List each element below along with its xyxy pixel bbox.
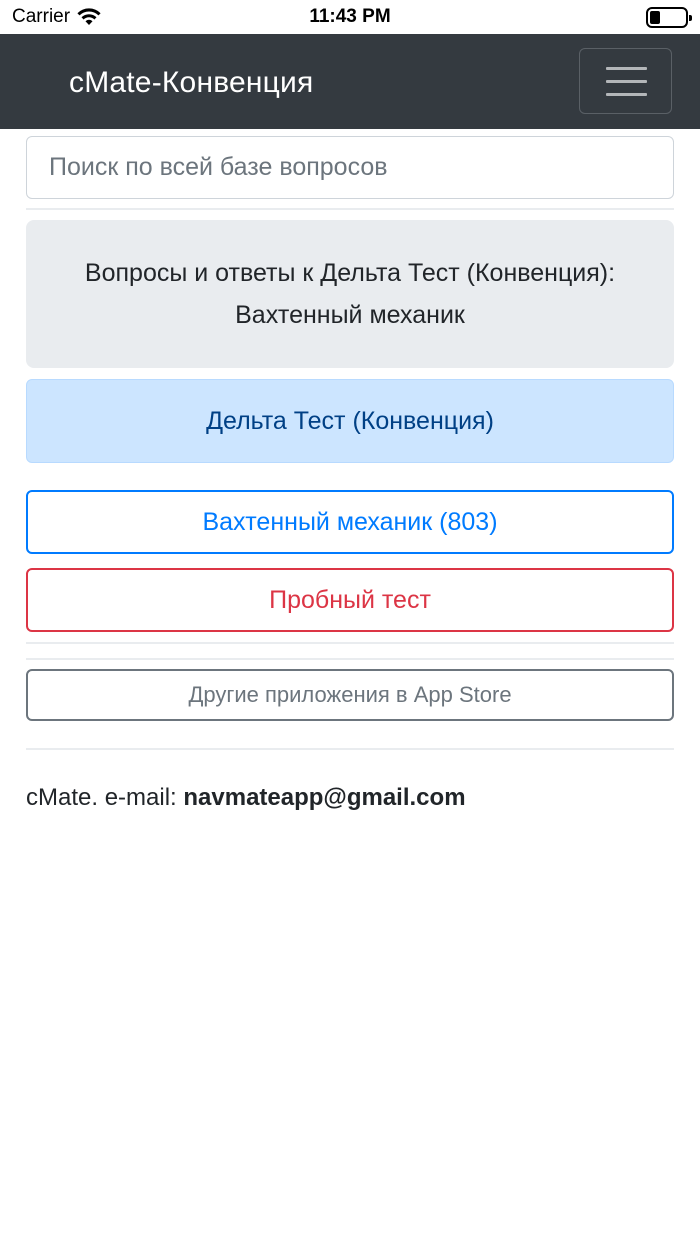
hamburger-menu-icon-line-2	[606, 80, 647, 83]
status-time: 11:43 PM	[309, 6, 391, 27]
section-title: Дельта Тест (Конвенция)	[26, 379, 674, 463]
footer: cMate. e-mail: navmateapp@gmail.com	[26, 784, 466, 812]
divider	[26, 658, 674, 660]
divider	[26, 748, 674, 750]
battery-icon	[646, 7, 692, 28]
footer-prefix: cMate. e-mail:	[26, 784, 184, 811]
category-button[interactable]: Вахтенный механик (803)	[26, 490, 674, 554]
navbar: cMate-Конвенция	[0, 34, 700, 129]
footer-email-link[interactable]: navmateapp@gmail.com	[183, 784, 465, 811]
header-line-2: Вахтенный механик	[235, 301, 465, 329]
divider	[26, 642, 674, 644]
battery-level	[650, 11, 660, 24]
header-line-1: Вопросы и ответы к Дельта Тест (Конвенци…	[84, 259, 616, 287]
search-input[interactable]	[26, 136, 674, 199]
battery-cap	[689, 15, 692, 21]
hamburger-menu-button[interactable]	[579, 48, 672, 114]
divider	[26, 208, 674, 210]
header-box: Вопросы и ответы к Дельта Тест (Конвенци…	[26, 220, 674, 368]
header-text: Вопросы и ответы к Дельта Тест (Конвенци…	[85, 252, 615, 336]
hamburger-menu-icon-line-3	[606, 93, 647, 96]
app-title[interactable]: cMate-Конвенция	[69, 66, 313, 100]
status-bar: Carrier 11:43 PM	[0, 0, 700, 34]
hamburger-menu-icon-line-1	[606, 67, 647, 70]
trial-test-button[interactable]: Пробный тест	[26, 568, 674, 632]
other-apps-button[interactable]: Другие приложения в App Store	[26, 669, 674, 721]
